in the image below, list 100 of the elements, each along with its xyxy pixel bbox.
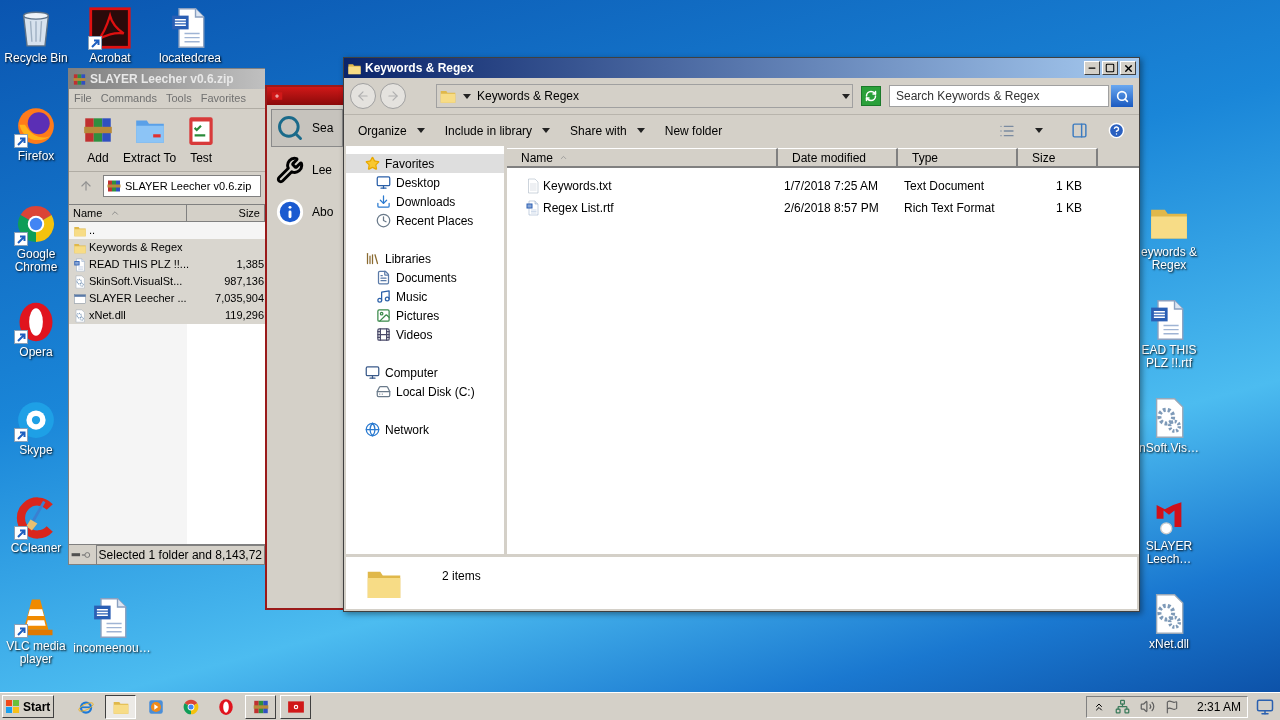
nav-item[interactable]: Documents bbox=[346, 268, 504, 287]
nav-item[interactable]: Favorites bbox=[346, 154, 504, 173]
flag-icon[interactable] bbox=[1164, 699, 1179, 714]
caret-icon bbox=[636, 128, 645, 133]
computer-icon bbox=[365, 365, 380, 380]
window-title: SLAYER Leecher v0.6.zip bbox=[90, 71, 234, 88]
menu-item[interactable]: Lee bbox=[271, 151, 343, 189]
network-icon[interactable] bbox=[1114, 699, 1130, 714]
toolbar-button[interactable]: Share with bbox=[570, 121, 645, 140]
wheel-logo-icon bbox=[181, 697, 200, 716]
file-size: 1,385 bbox=[235, 257, 265, 273]
file-name: Regex List.rtf bbox=[543, 200, 614, 217]
books-stack-icon bbox=[106, 178, 122, 194]
column-header[interactable]: Name bbox=[69, 205, 187, 222]
menu-item[interactable]: Abo bbox=[271, 193, 343, 231]
nav-item[interactable]: Music bbox=[346, 287, 504, 306]
film-icon bbox=[376, 327, 391, 342]
document-icon bbox=[73, 257, 87, 272]
desktop-icon-label[interactable]: Recycle Bin bbox=[4, 52, 68, 65]
nav-label: Downloads bbox=[396, 193, 456, 211]
list-row[interactable]: .. bbox=[69, 222, 265, 239]
file-size: 119,296 bbox=[224, 308, 265, 324]
image-icon bbox=[376, 308, 391, 323]
caret-icon bbox=[416, 128, 425, 133]
nav-item[interactable]: Local Disk (C:) bbox=[346, 382, 504, 401]
list-row[interactable]: READ THIS PLZ !!... 1,385 bbox=[69, 256, 265, 273]
search-button[interactable] bbox=[1111, 85, 1133, 107]
column-header[interactable]: Type bbox=[898, 148, 1018, 168]
nav-item[interactable]: Videos bbox=[346, 325, 504, 344]
volume-icon[interactable] bbox=[1139, 699, 1155, 714]
toolbar-button[interactable]: Add bbox=[81, 113, 115, 167]
help-icon[interactable] bbox=[1108, 122, 1125, 139]
nav-item[interactable]: Desktop bbox=[346, 173, 504, 192]
library-icon bbox=[365, 251, 380, 266]
list-row[interactable]: SkinSoft.VisualSt... 987,136 bbox=[69, 273, 265, 290]
date-modified: 2/6/2018 8:57 PM bbox=[783, 200, 880, 217]
desktop-icon-label[interactable]: Firefox bbox=[17, 150, 55, 163]
desktop-icon-label[interactable]: Opera bbox=[19, 346, 53, 359]
download-icon bbox=[376, 194, 391, 209]
toolbar-button[interactable]: New folder bbox=[664, 121, 723, 140]
nav-item[interactable]: Libraries bbox=[346, 249, 504, 268]
column-header[interactable]: Size bbox=[1018, 148, 1098, 168]
desktop-icon-label[interactable]: SLAYER Leech… bbox=[1138, 540, 1200, 566]
music-note-icon bbox=[376, 289, 391, 304]
file-row[interactable]: Regex List.rtf 2/6/2018 8:57 PM Rich Text Format 1 KB bbox=[507, 197, 1139, 219]
globe-icon bbox=[365, 422, 380, 437]
toolbar-button[interactable]: Test bbox=[184, 113, 219, 167]
desktop-icon-label[interactable]: Skype bbox=[19, 444, 53, 457]
title-bar[interactable]: Keywords & Regex bbox=[344, 58, 1139, 78]
desktop-icon-label[interactable]: xNet.dll bbox=[1149, 638, 1189, 651]
list-row[interactable]: xNet.dll 119,296 bbox=[69, 307, 265, 324]
nav-label: Favorites bbox=[385, 155, 435, 173]
clock[interactable]: 2:31 AM bbox=[1196, 697, 1241, 716]
file-type: Text Document bbox=[903, 178, 986, 195]
toolbar-button[interactable]: Include in library bbox=[444, 121, 551, 140]
desktop-icon-label[interactable]: Acrobat bbox=[89, 52, 131, 65]
nav-label: Pictures bbox=[396, 307, 440, 325]
preview-pane-icon[interactable] bbox=[1071, 122, 1088, 139]
nav-item[interactable]: Network bbox=[346, 420, 504, 439]
path-field[interactable]: SLAYER Leecher v0.6.zip bbox=[103, 175, 261, 197]
refresh-button[interactable] bbox=[861, 86, 881, 106]
list-row[interactable]: Keywords & Regex bbox=[69, 239, 265, 256]
books-stack-icon bbox=[72, 71, 87, 87]
desktop-icon-label[interactable]: locatedcrea bbox=[158, 52, 221, 65]
minimize-button[interactable] bbox=[1084, 61, 1100, 75]
column-header[interactable]: Name bbox=[507, 148, 778, 168]
file-size: 1 KB bbox=[1055, 200, 1083, 217]
nav-item[interactable]: Downloads bbox=[346, 192, 504, 211]
taskbar-button[interactable] bbox=[105, 694, 136, 719]
nav-label: Libraries bbox=[385, 250, 432, 268]
address-field[interactable]: Keywords & Regex bbox=[436, 84, 853, 108]
nav-item[interactable]: Computer bbox=[346, 363, 504, 382]
nav-item[interactable]: Pictures bbox=[346, 306, 504, 325]
refresh-icon bbox=[865, 90, 877, 102]
file-name: SLAYER Leecher ... bbox=[89, 291, 187, 307]
menu-item[interactable]: Sea bbox=[271, 109, 343, 147]
program-window-icon bbox=[73, 291, 87, 306]
show-desktop-icon[interactable] bbox=[1256, 697, 1274, 716]
file-row[interactable]: Keywords.txt 1/7/2018 7:25 AM Text Document 1 KB bbox=[507, 175, 1139, 197]
info-icon bbox=[276, 198, 304, 226]
file-size: 7,035,904 bbox=[214, 291, 265, 307]
search-field[interactable]: Search Keywords & Regex bbox=[889, 85, 1109, 107]
desktop-icon-label[interactable]: Google Chrome bbox=[0, 248, 72, 274]
maximize-button[interactable] bbox=[1102, 61, 1118, 75]
item-count: 2 items bbox=[442, 568, 481, 585]
column-header[interactable]: Date modified bbox=[778, 148, 898, 168]
column-header[interactable]: Size bbox=[187, 205, 265, 222]
document-icon bbox=[376, 270, 391, 285]
close-button[interactable] bbox=[1120, 61, 1136, 75]
swirl-logo-icon bbox=[88, 6, 132, 50]
play-icon bbox=[146, 697, 165, 716]
list-row[interactable]: SLAYER Leecher ... 7,035,904 bbox=[69, 290, 265, 307]
toolbar-button[interactable]: Extract To bbox=[123, 113, 177, 167]
document-icon bbox=[525, 200, 541, 216]
ring-logo-icon bbox=[216, 697, 235, 716]
toolbar-button[interactable]: Organize bbox=[358, 121, 425, 140]
start-button[interactable]: Start bbox=[2, 695, 54, 718]
nav-item[interactable]: Recent Places bbox=[346, 211, 504, 230]
magnifier-icon bbox=[276, 114, 304, 142]
file-name: Keywords.txt bbox=[543, 178, 612, 195]
